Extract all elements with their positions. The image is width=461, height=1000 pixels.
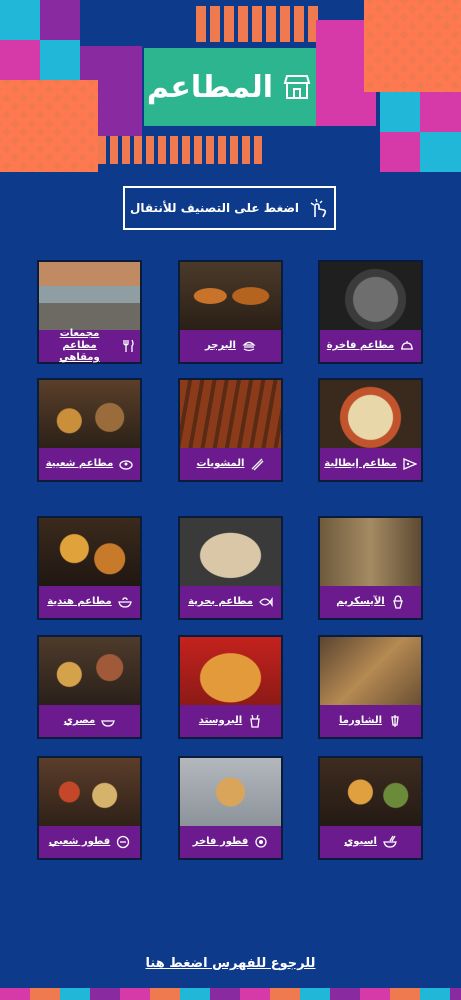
tap-hand-icon: [310, 198, 327, 218]
pattern-tile: [0, 0, 40, 40]
category-label: مطاعم هندية: [47, 596, 112, 607]
category-label: مطاعم فاخرة: [326, 340, 395, 351]
platter-icon: [119, 460, 133, 470]
category-label: الشاورما: [338, 715, 383, 726]
shop-icon: [283, 75, 311, 99]
category-image: [39, 637, 140, 705]
category-card[interactable]: مطاعم شعبية: [37, 378, 142, 482]
breakfast-bowl-icon: [117, 835, 130, 849]
category-card[interactable]: مصري: [37, 635, 142, 739]
category-image: [180, 262, 281, 330]
category-card[interactable]: اسيوي: [318, 756, 423, 860]
category-label-bar: مطاعم فاخرة: [320, 330, 421, 362]
pattern-tile: [40, 0, 80, 40]
category-label-bar: البرجر: [180, 330, 281, 362]
fried-chicken-icon: [250, 714, 260, 728]
category-card[interactable]: فطور شعبي: [37, 756, 142, 860]
back-to-index-link[interactable]: للرجوع للفهرس اضغط هنا: [0, 956, 461, 971]
category-label-bar: فطور شعبي: [39, 826, 140, 858]
category-label: البرجر: [205, 340, 236, 351]
category-image: [39, 518, 140, 586]
category-label-bar: مجمعات مطاعم ومقاهي: [39, 328, 140, 363]
category-image: [39, 758, 140, 826]
category-label-bar: فطور فاخر: [180, 826, 281, 858]
category-label: مصري: [63, 715, 96, 726]
category-card[interactable]: البرجر: [178, 260, 283, 364]
pattern-tile: [0, 80, 98, 172]
pizza-icon: [403, 458, 417, 470]
instruction-banner: اضغط على التصنيف للأنتقال: [123, 186, 336, 230]
fish-icon: [259, 596, 273, 608]
noodle-bowl-icon: [383, 835, 397, 848]
category-label-bar: الآيسكريم: [320, 586, 421, 618]
category-label: اسيوي: [344, 836, 377, 847]
pattern-tile: [40, 40, 80, 80]
fork-knife-icon: [123, 339, 134, 352]
category-label: البروستد: [198, 715, 243, 726]
category-image: [320, 637, 421, 705]
category-label-bar: اسيوي: [320, 826, 421, 858]
category-label-bar: مصري: [39, 705, 140, 737]
category-image: [180, 380, 281, 448]
category-label: فطور فاخر: [192, 836, 249, 847]
bowl-icon: [101, 720, 116, 727]
category-label: فطور شعبي: [48, 836, 111, 847]
category-image: [39, 380, 140, 448]
category-label-bar: الشاورما: [320, 705, 421, 737]
title-box: المطاعم: [144, 48, 316, 126]
page-title: المطاعم: [146, 69, 274, 105]
category-label-bar: مطاعم هندية: [39, 586, 140, 618]
breakfast-plate-icon: [255, 836, 267, 848]
category-label-bar: البروستد: [180, 705, 281, 737]
category-card[interactable]: الآيسكريم: [318, 516, 423, 620]
category-label: مطاعم شعبية: [45, 458, 114, 469]
pattern-tile: [420, 132, 461, 172]
category-image: [39, 262, 140, 330]
pattern-tile: [0, 40, 40, 80]
category-card[interactable]: مطاعم هندية: [37, 516, 142, 620]
category-card[interactable]: الشاورما: [318, 635, 423, 739]
category-card[interactable]: مجمعات مطاعم ومقاهي: [37, 260, 142, 364]
category-image: [320, 518, 421, 586]
category-image: [320, 262, 421, 330]
category-card[interactable]: مطاعم إيطالية: [318, 378, 423, 482]
category-card[interactable]: مطاعم فاخرة: [318, 260, 423, 364]
burger-icon: [242, 341, 256, 352]
category-card[interactable]: البروستد: [178, 635, 283, 739]
instruction-text: اضغط على التصنيف للأنتقال: [129, 201, 300, 215]
category-image: [180, 758, 281, 826]
header-banner: المطاعم: [0, 0, 461, 175]
ice-cream-icon: [392, 595, 403, 609]
category-card[interactable]: فطور فاخر: [178, 756, 283, 860]
category-label: المشويات: [196, 458, 245, 469]
category-card[interactable]: مطاعم بحرية: [178, 516, 283, 620]
dish-cover-icon: [401, 341, 414, 350]
pattern-tile: [420, 92, 461, 132]
category-image: [320, 758, 421, 826]
category-label: مطاعم إيطالية: [324, 458, 397, 469]
category-label-bar: مطاعم بحرية: [180, 586, 281, 618]
curry-bowl-icon: [117, 597, 132, 608]
category-label: مطاعم بحرية: [188, 596, 253, 607]
bottom-pattern-strip: [0, 988, 461, 1000]
category-image: [180, 518, 281, 586]
category-card[interactable]: المشويات: [178, 378, 283, 482]
pattern-tile: [380, 132, 420, 172]
pattern-tile: [380, 92, 420, 132]
category-label-bar: مطاعم إيطالية: [320, 448, 421, 480]
category-label: الآيسكريم: [336, 596, 385, 607]
skewer-icon: [251, 458, 264, 471]
pattern-tile: [196, 6, 320, 42]
category-label: مجمعات مطاعم ومقاهي: [59, 328, 100, 363]
category-image: [180, 637, 281, 705]
shawarma-icon: [391, 715, 399, 727]
pattern-tile: [364, 0, 461, 92]
category-label-bar: المشويات: [180, 448, 281, 480]
pattern-tile: [98, 136, 264, 164]
category-image: [320, 380, 421, 448]
category-label-bar: مطاعم شعبية: [39, 448, 140, 480]
